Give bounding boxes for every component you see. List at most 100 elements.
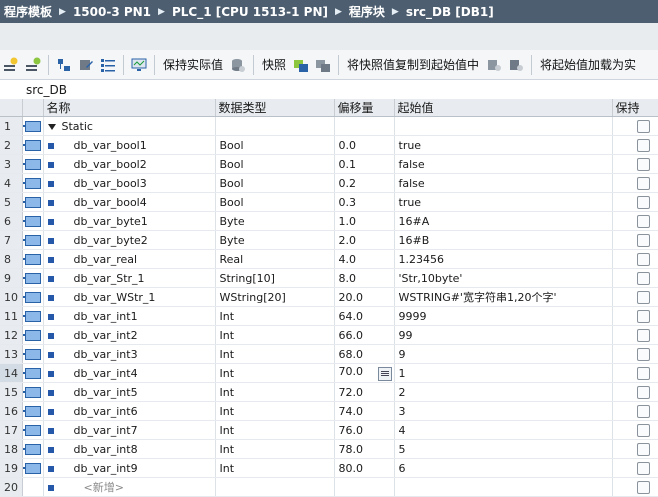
table-row[interactable]: 5 db_var_bool4 Bool 0.3 true — [0, 192, 658, 212]
add-new-entry[interactable]: <新增> — [54, 481, 124, 494]
name-cell[interactable]: db_var_int9 — [43, 458, 216, 478]
table-row[interactable]: 19 db_var_int9 Int 80.0 6 — [0, 458, 658, 478]
name-cell[interactable]: db_var_bool2 — [43, 154, 216, 174]
retain-checkbox[interactable] — [636, 385, 650, 399]
retain-checkbox[interactable] — [636, 309, 650, 323]
breadcrumb-project[interactable]: 程序模板 — [0, 3, 56, 20]
column-header-retain[interactable]: 保持 — [612, 99, 658, 117]
retain-checkbox[interactable] — [636, 252, 650, 266]
column-header-start-value[interactable]: 起始值 — [394, 99, 613, 117]
snapshot-button[interactable]: 快照 — [258, 56, 290, 73]
table-row[interactable]: 18 db_var_int8 Int 78.0 5 — [0, 439, 658, 459]
variable-name[interactable]: db_var_int2 — [54, 329, 138, 342]
name-cell[interactable]: db_var_int8 — [43, 439, 216, 459]
table-row[interactable]: 3 db_var_bool2 Bool 0.1 false — [0, 154, 658, 174]
datatype-cell[interactable]: Int — [215, 306, 335, 326]
table-row[interactable]: 17 db_var_int7 Int 76.0 4 — [0, 420, 658, 440]
name-cell[interactable]: <新增> — [43, 477, 216, 497]
start-value-cell[interactable]: WSTRING#'宽字符串1,20个字' — [394, 287, 613, 307]
datatype-cell[interactable]: Int — [215, 363, 335, 383]
table-row[interactable]: 1 Static — [0, 116, 658, 136]
breadcrumb-db[interactable]: src_DB [DB1] — [402, 5, 498, 19]
start-value-cell[interactable]: 1 — [394, 363, 613, 383]
datatype-cell[interactable]: Bool — [215, 192, 335, 212]
datatype-cell[interactable]: Bool — [215, 173, 335, 193]
datatype-cell[interactable]: Int — [215, 439, 335, 459]
breadcrumb-station[interactable]: 1500-3 PN1 — [69, 5, 155, 19]
datatype-cell[interactable]: Int — [215, 344, 335, 364]
table-row[interactable]: 10 db_var_WStr_1 WString[20] 20.0 WSTRING#'宽… — [0, 287, 658, 307]
variable-name[interactable]: db_var_WStr_1 — [54, 291, 156, 304]
name-cell[interactable]: db_var_Str_1 — [43, 268, 216, 288]
name-cell[interactable]: db_var_bool4 — [43, 192, 216, 212]
collapse-all-icon[interactable] — [78, 57, 94, 73]
datatype-cell[interactable]: Bool — [215, 135, 335, 155]
monitor-icon[interactable] — [131, 57, 147, 73]
table-row[interactable]: 8 db_var_real Real 4.0 1.23456 — [0, 249, 658, 269]
start-value-cell[interactable]: 99 — [394, 325, 613, 345]
retain-checkbox[interactable] — [636, 271, 650, 285]
variable-name[interactable]: db_var_bool1 — [54, 139, 147, 152]
retain-checkbox[interactable] — [636, 138, 650, 152]
load-start-value-alt-icon[interactable] — [508, 57, 524, 73]
name-cell[interactable]: db_var_bool3 — [43, 173, 216, 193]
variable-name[interactable]: db_var_bool4 — [54, 196, 147, 209]
start-value-cell[interactable]: false — [394, 173, 613, 193]
retain-checkbox[interactable] — [636, 480, 650, 494]
start-value-cell[interactable]: true — [394, 135, 613, 155]
copy-snapshot-icon[interactable] — [293, 57, 309, 73]
list-view-icon[interactable] — [100, 57, 116, 73]
table-row[interactable]: 13 db_var_int3 Int 68.0 9 — [0, 344, 658, 364]
retain-checkbox[interactable] — [636, 366, 650, 380]
start-value-cell[interactable]: true — [394, 192, 613, 212]
table-row[interactable]: 11 db_var_int1 Int 64.0 9999 — [0, 306, 658, 326]
keep-actual-values-button[interactable]: 保持实际值 — [159, 56, 227, 73]
name-cell[interactable]: db_var_int1 — [43, 306, 216, 326]
retain-checkbox[interactable] — [636, 404, 650, 418]
variable-name[interactable]: db_var_bool3 — [54, 177, 147, 190]
datatype-cell[interactable] — [215, 116, 335, 136]
datatype-picker-icon[interactable] — [377, 367, 392, 381]
column-header-name[interactable]: 名称 — [43, 99, 216, 117]
retain-checkbox[interactable] — [636, 442, 650, 456]
datatype-cell[interactable] — [215, 477, 335, 497]
add-row-icon[interactable] — [25, 57, 41, 73]
name-cell[interactable]: db_var_int6 — [43, 401, 216, 421]
start-value-cell[interactable]: 2 — [394, 382, 613, 402]
start-value-cell[interactable]: 3 — [394, 401, 613, 421]
variable-name[interactable]: db_var_real — [54, 253, 138, 266]
start-value-cell[interactable]: 9999 — [394, 306, 613, 326]
name-cell[interactable]: db_var_int7 — [43, 420, 216, 440]
start-value-cell[interactable]: 5 — [394, 439, 613, 459]
table-row[interactable]: 2 db_var_bool1 Bool 0.0 true — [0, 135, 658, 155]
retain-checkbox[interactable] — [636, 328, 650, 342]
retain-checkbox[interactable] — [636, 214, 650, 228]
variable-name[interactable]: db_var_byte1 — [54, 215, 148, 228]
table-row[interactable]: 6 db_var_byte1 Byte 1.0 16#A — [0, 211, 658, 231]
retain-checkbox[interactable] — [636, 176, 650, 190]
retain-checkbox[interactable] — [636, 347, 650, 361]
datatype-cell[interactable]: Byte — [215, 230, 335, 250]
insert-row-icon[interactable] — [3, 57, 19, 73]
variable-name[interactable]: db_var_int1 — [54, 310, 138, 323]
retain-checkbox[interactable] — [636, 195, 650, 209]
variable-name[interactable]: db_var_bool2 — [54, 158, 147, 171]
datatype-cell[interactable]: Int — [215, 401, 335, 421]
table-row[interactable]: 20 <新增> — [0, 477, 658, 497]
retain-checkbox[interactable] — [636, 461, 650, 475]
datatype-cell[interactable]: Real — [215, 249, 335, 269]
name-cell[interactable]: db_var_byte2 — [43, 230, 216, 250]
variable-name[interactable]: db_var_int7 — [54, 424, 138, 437]
name-cell[interactable]: db_var_bool1 — [43, 135, 216, 155]
name-cell[interactable]: db_var_int5 — [43, 382, 216, 402]
name-cell[interactable]: Static — [43, 116, 216, 136]
datatype-cell[interactable]: Int — [215, 325, 335, 345]
table-row[interactable]: 16 db_var_int6 Int 74.0 3 — [0, 401, 658, 421]
name-cell[interactable]: db_var_real — [43, 249, 216, 269]
load-start-value-icon[interactable] — [486, 57, 502, 73]
start-value-cell[interactable]: false — [394, 154, 613, 174]
retain-checkbox[interactable] — [636, 157, 650, 171]
copy-snapshot-to-start-button[interactable]: 将快照值复制到起始值中 — [343, 56, 483, 73]
datatype-cell[interactable]: Bool — [215, 154, 335, 174]
column-header-datatype[interactable]: 数据类型 — [215, 99, 335, 117]
